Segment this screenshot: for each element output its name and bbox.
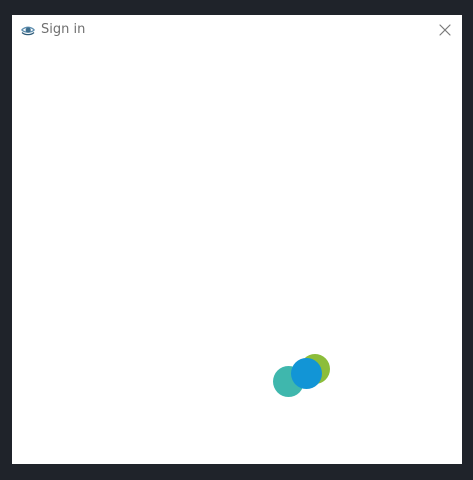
spinner-dot-blue (291, 358, 322, 389)
sign-in-dialog: Sign in (12, 15, 462, 464)
close-button[interactable] (434, 19, 456, 41)
window-frame: Sign in (0, 0, 473, 480)
loading-spinner (271, 351, 333, 401)
dialog-titlebar: Sign in (12, 15, 462, 45)
dialog-title: Sign in (41, 22, 86, 37)
close-icon (439, 24, 451, 36)
eye-logo-icon (20, 22, 36, 38)
dialog-content (12, 45, 462, 464)
